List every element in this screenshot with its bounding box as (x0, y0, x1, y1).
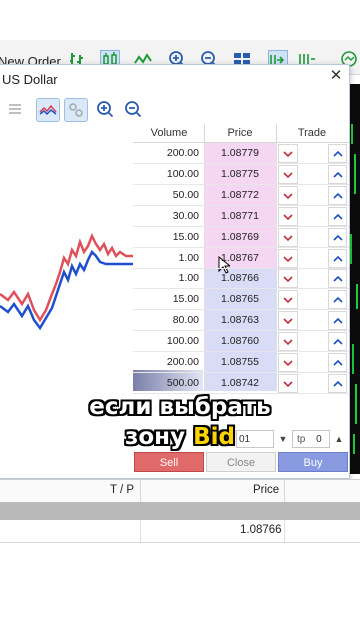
price-cell[interactable]: 1.08767 (204, 248, 276, 269)
price-cell[interactable]: 1.08771 (204, 206, 276, 227)
volume-cell: 200.00 (166, 147, 199, 159)
ask-row[interactable]: 200.00 1.08779 (133, 143, 349, 164)
column-divider (204, 124, 205, 142)
price-cell[interactable]: 1.08769 (204, 227, 276, 248)
buy-limit-chevron-up-icon[interactable] (328, 144, 347, 163)
depth-chart-icon[interactable] (36, 98, 60, 122)
column-divider (204, 143, 205, 391)
volume-header: Volume (150, 127, 188, 139)
bid-row[interactable]: 200.00 1.08755 (133, 352, 349, 373)
sell-limit-chevron-down-icon[interactable] (278, 228, 298, 247)
column-divider (276, 124, 277, 142)
sell-limit-chevron-down-icon[interactable] (278, 311, 298, 330)
row-divider (133, 393, 349, 394)
close-button[interactable]: Close (206, 452, 276, 472)
ask-row[interactable]: 1.00 1.08767 (133, 248, 349, 269)
ask-row[interactable]: 15.00 1.08769 (133, 227, 349, 248)
price-cell[interactable]: 1.08775 (204, 164, 276, 185)
volume-cell: 200.00 (166, 356, 199, 368)
sell-limit-chevron-down-icon[interactable] (278, 144, 298, 163)
price-cell[interactable]: 1.08742 (204, 373, 276, 394)
bid-row[interactable]: 15.00 1.08765 (133, 289, 349, 310)
buy-limit-chevron-up-icon[interactable] (328, 228, 347, 247)
bid-row[interactable]: 500.00 1.08742 (133, 373, 349, 394)
price-cell[interactable]: 1.08755 (204, 352, 276, 373)
tp-column-header: T / P (110, 484, 135, 496)
bid-row[interactable]: 80.00 1.08763 (133, 310, 349, 331)
row-price: 1.08766 (240, 524, 282, 536)
bid-row[interactable]: 1.00 1.08766 (133, 268, 349, 289)
price-header: Price (227, 127, 253, 139)
sell-limit-chevron-down-icon[interactable] (278, 374, 298, 393)
table-row[interactable]: 1.08766 (0, 520, 360, 543)
buy-limit-chevron-up-icon[interactable] (328, 186, 347, 205)
caption-line-1: если выбрать (89, 394, 271, 420)
price-cell[interactable]: 1.08779 (204, 143, 276, 164)
volume-cell: 30.00 (172, 210, 199, 222)
buy-limit-chevron-up-icon[interactable] (328, 207, 347, 226)
volume-cell: 500.00 (166, 377, 199, 389)
volume-cell: 100.00 (166, 168, 199, 180)
price-cell[interactable]: 1.08765 (204, 289, 276, 310)
column-divider (276, 143, 277, 391)
bid-row[interactable]: 100.00 1.08760 (133, 331, 349, 352)
zoom-out-icon[interactable] (122, 98, 144, 120)
price-cell[interactable]: 1.08760 (204, 331, 276, 352)
column-divider (284, 480, 285, 502)
volume-cell: 50.00 (172, 189, 199, 201)
tick-chart (0, 124, 133, 430)
volume-cell: 1.00 (178, 272, 199, 284)
caption-prefix: зону (125, 424, 194, 450)
sell-button[interactable]: Sell (134, 452, 204, 472)
caption-line-2: зону Bid (0, 424, 360, 450)
sell-limit-chevron-down-icon[interactable] (278, 353, 298, 372)
buy-limit-chevron-up-icon[interactable] (328, 353, 347, 372)
sell-limit-chevron-down-icon[interactable] (278, 249, 298, 268)
price-column-header: Price (253, 484, 280, 496)
sell-limit-chevron-down-icon[interactable] (278, 269, 298, 288)
buy-limit-chevron-up-icon[interactable] (328, 290, 347, 309)
price-cell[interactable]: 1.08763 (204, 310, 276, 331)
volume-cell: 80.00 (172, 314, 199, 326)
buy-limit-chevron-up-icon[interactable] (328, 374, 347, 393)
zoom-in-icon[interactable] (94, 98, 116, 120)
column-divider (140, 480, 141, 502)
ticks-icon[interactable] (64, 98, 88, 122)
buy-limit-chevron-up-icon[interactable] (328, 165, 347, 184)
buy-limit-chevron-up-icon[interactable] (328, 249, 347, 268)
table-group-band (0, 502, 360, 520)
column-divider (284, 520, 285, 542)
caption-highlight: Bid (193, 424, 235, 450)
list-icon[interactable] (4, 98, 26, 120)
ask-row[interactable]: 100.00 1.08775 (133, 164, 349, 185)
sell-limit-chevron-down-icon[interactable] (278, 207, 298, 226)
sell-limit-chevron-down-icon[interactable] (278, 290, 298, 309)
volume-cell: 15.00 (172, 293, 199, 305)
buy-limit-chevron-up-icon[interactable] (328, 311, 347, 330)
sell-limit-chevron-down-icon[interactable] (278, 165, 298, 184)
volume-cell: 100.00 (166, 335, 199, 347)
column-divider (140, 520, 141, 542)
window-title: US Dollar (2, 72, 58, 87)
sell-limit-chevron-down-icon[interactable] (278, 332, 298, 351)
ask-row[interactable]: 50.00 1.08772 (133, 185, 349, 206)
buy-limit-chevron-up-icon[interactable] (328, 269, 347, 288)
close-icon[interactable]: ✕ (326, 66, 346, 86)
price-cell[interactable]: 1.08766 (204, 268, 276, 289)
trade-table-header: T / P Price (0, 479, 360, 503)
volume-cell: 1.00 (178, 252, 199, 264)
ask-row[interactable]: 30.00 1.08771 (133, 206, 349, 227)
volume-cell: 15.00 (172, 231, 199, 243)
trade-header: Trade (297, 127, 327, 139)
sell-limit-chevron-down-icon[interactable] (278, 186, 298, 205)
buy-button[interactable]: Buy (278, 452, 348, 472)
price-cell[interactable]: 1.08772 (204, 185, 276, 206)
buy-limit-chevron-up-icon[interactable] (328, 332, 347, 351)
